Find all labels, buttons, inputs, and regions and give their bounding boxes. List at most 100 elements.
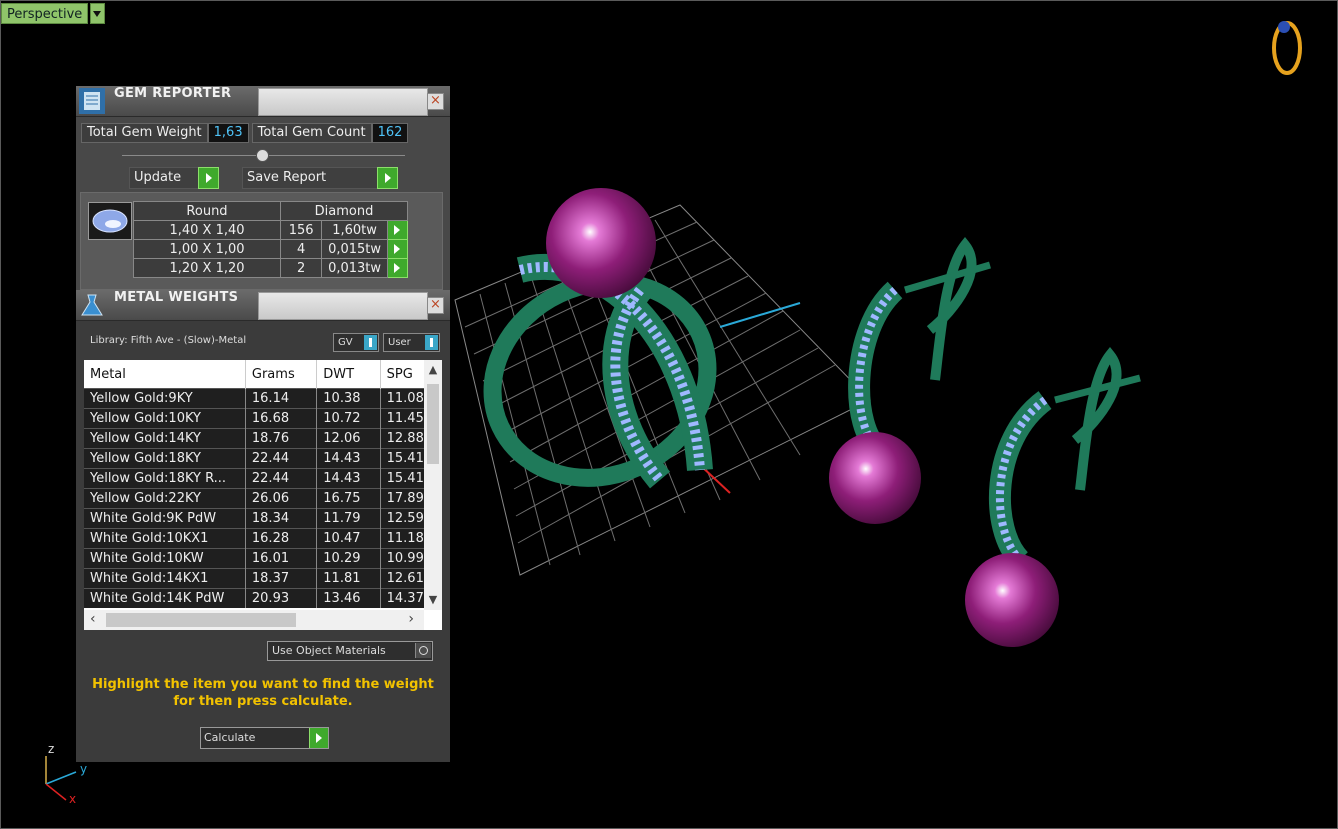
axis-z-label: z [48, 742, 55, 756]
table-row[interactable]: White Gold:10KX1 16.28 10.47 11.18 [84, 528, 424, 549]
table-row[interactable]: White Gold:14KX1 18.37 11.81 12.61 [84, 568, 424, 589]
table-row[interactable]: White Gold:9K PdW 18.34 11.79 12.59 [84, 508, 424, 529]
round-diamond-icon [88, 202, 132, 240]
use-object-materials-toggle[interactable]: Use Object Materials [267, 641, 433, 661]
metal-table: Metal Grams DWT SPG Yellow Gold:9KY 16.14… [84, 360, 424, 608]
table-row[interactable]: Yellow Gold:14KY 18.76 12.06 12.88 [84, 428, 424, 449]
dwt: 10.38 [316, 388, 381, 409]
select-gem-button[interactable] [386, 220, 409, 240]
save-report-button[interactable]: Save Report [242, 167, 398, 189]
dwt: 12.06 [316, 428, 381, 449]
user-toggle[interactable]: User [383, 333, 440, 352]
spg: 12.61 [380, 568, 424, 589]
metal-name: Yellow Gold:10KY [84, 408, 246, 429]
gem-count: 156 [279, 220, 323, 240]
dwt: 16.75 [316, 488, 381, 509]
radio-icon[interactable] [415, 643, 431, 658]
instruction-text: Highlight the item you want to find the … [92, 677, 434, 709]
gem-table: Round Diamond 1,40 X 1,40 156 1,60tw 1,0… [133, 201, 409, 278]
scroll-left-icon[interactable]: ‹ [90, 611, 96, 627]
gem-size: 1,00 X 1,00 [133, 239, 281, 259]
total-gem-weight-value: 1,63 [207, 123, 249, 143]
update-button[interactable]: Update [129, 167, 219, 189]
scroll-thumb[interactable] [427, 384, 439, 464]
earring-model-right [965, 346, 1141, 647]
play-icon[interactable] [309, 728, 328, 748]
col-metal[interactable]: Metal [84, 360, 246, 389]
gem-reporter-header: GEM REPORTER × [76, 86, 450, 117]
grams: 16.01 [245, 548, 318, 569]
play-icon[interactable] [198, 167, 219, 189]
metal-name: White Gold:10KX1 [84, 528, 246, 549]
ring-orientation-icon [1272, 21, 1302, 75]
horizontal-scrollbar[interactable]: ‹ › [84, 610, 424, 630]
table-row[interactable]: Yellow Gold:10KY 16.68 10.72 11.45 [84, 408, 424, 429]
calculate-button[interactable]: Calculate [200, 727, 329, 749]
spg: 11.08 [380, 388, 424, 409]
metal-name: Yellow Gold:9KY [84, 388, 246, 409]
total-gem-count-value: 162 [371, 123, 409, 143]
select-gem-button[interactable] [386, 258, 409, 278]
grams: 16.68 [245, 408, 318, 429]
scroll-down-icon[interactable]: ▼ [424, 592, 442, 608]
gem-weight: 0,013tw [321, 258, 388, 278]
gem-row[interactable]: 1,00 X 1,00 4 0,015tw [133, 239, 409, 259]
calculate-button-label: Calculate [204, 731, 256, 744]
viewport-mode-label[interactable]: Perspective [1, 3, 89, 24]
close-icon[interactable]: × [427, 93, 444, 110]
toggle-icon[interactable] [425, 335, 438, 350]
gem-size: 1,40 X 1,40 [133, 220, 281, 240]
spg: 17.89 [380, 488, 424, 509]
col-grams[interactable]: Grams [245, 360, 318, 389]
panel-title: METAL WEIGHTS [114, 290, 239, 305]
gem-row[interactable]: 1,40 X 1,40 156 1,60tw [133, 220, 409, 240]
table-row[interactable]: Yellow Gold:18KY 22.44 14.43 15.41 [84, 448, 424, 469]
spg: 15.41 [380, 448, 424, 469]
gem-count: 2 [279, 258, 323, 278]
gem-reporter-panel: GEM REPORTER × Total Gem Weight 1,63 Tot… [76, 86, 450, 296]
spg: 14.37 [380, 588, 424, 608]
spg: 12.88 [380, 428, 424, 449]
table-row[interactable]: Yellow Gold:22KY 26.06 16.75 17.89 [84, 488, 424, 509]
col-spg[interactable]: SPG [380, 360, 424, 389]
grams: 22.44 [245, 448, 318, 469]
header-tab [258, 292, 428, 320]
table-row[interactable]: Yellow Gold:18KY R... 22.44 14.43 15.41 [84, 468, 424, 489]
slider-knob[interactable] [256, 149, 269, 162]
toggle-icon[interactable] [364, 335, 377, 350]
total-gem-weight-label: Total Gem Weight [81, 123, 208, 143]
close-icon[interactable]: × [427, 297, 444, 314]
scroll-thumb[interactable] [106, 613, 296, 627]
spg: 15.41 [380, 468, 424, 489]
metal-name: White Gold:10KW [84, 548, 246, 569]
spg: 11.45 [380, 408, 424, 429]
chevron-down-icon[interactable] [90, 3, 106, 24]
col-dwt[interactable]: DWT [316, 360, 381, 389]
scroll-right-icon[interactable]: › [408, 611, 414, 627]
gem-row[interactable]: 1,20 X 1,20 2 0,013tw [133, 258, 409, 278]
metal-name: Yellow Gold:18KY [84, 448, 246, 469]
grams: 18.34 [245, 508, 318, 529]
dwt: 10.29 [316, 548, 381, 569]
table-row[interactable]: White Gold:10KW 16.01 10.29 10.99 [84, 548, 424, 569]
grams: 18.37 [245, 568, 318, 589]
spg: 11.18 [380, 528, 424, 549]
gem-weight: 1,60tw [321, 220, 388, 240]
table-row[interactable]: White Gold:14K PdW 20.93 13.46 14.37 [84, 588, 424, 608]
grams: 20.93 [245, 588, 318, 608]
perspective-selector[interactable]: Perspective [1, 3, 106, 24]
table-row[interactable]: Yellow Gold:9KY 16.14 10.38 11.08 [84, 388, 424, 409]
gem-totals-row: Total Gem Weight 1,63 Total Gem Count 16… [81, 123, 409, 143]
select-gem-button[interactable] [386, 239, 409, 259]
grams: 16.28 [245, 528, 318, 549]
play-icon[interactable] [377, 167, 398, 189]
gem-count: 4 [279, 239, 323, 259]
metal-name: White Gold:14KX1 [84, 568, 246, 589]
spg: 10.99 [380, 548, 424, 569]
save-report-button-label: Save Report [247, 170, 327, 185]
vertical-scrollbar[interactable]: ▲ ▼ [424, 360, 442, 610]
gv-toggle[interactable]: GV [333, 333, 379, 352]
gem-size-slider[interactable] [122, 149, 405, 162]
metal-name: White Gold:9K PdW [84, 508, 246, 529]
scroll-up-icon[interactable]: ▲ [424, 362, 442, 378]
